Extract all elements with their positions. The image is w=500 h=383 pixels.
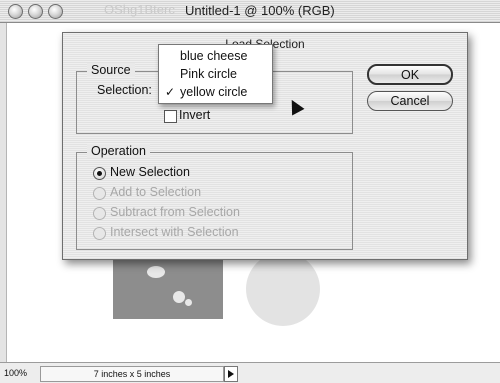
minimize-window-button[interactable] [28,4,43,19]
zoom-window-button[interactable] [48,4,63,19]
yellow-circle-shape [246,252,320,326]
cancel-button[interactable]: Cancel [367,91,453,111]
titlebar-ghost-text: OShg1Bterc [104,2,175,17]
canvas-left-edge [0,23,7,362]
add-to-selection-label: Add to Selection [110,185,202,199]
source-group-label: Source [87,63,135,77]
intersect-with-selection-radio [93,227,106,240]
invert-label[interactable]: Invert [179,108,210,122]
menu-item-label: Pink circle [180,67,237,81]
operation-group: Operation New Selection Add to Selection… [76,144,353,250]
new-selection-radio[interactable] [93,167,106,180]
intersect-with-selection-label: Intersect with Selection [110,225,239,239]
menu-item-label: blue cheese [180,49,248,63]
zoom-level: 100% [4,368,28,378]
document-size-info[interactable]: 7 inches x 5 inches [40,366,224,382]
subtract-from-selection-label: Subtract from Selection [110,205,240,219]
document-title: Untitled-1 @ 100% (RGB) [185,3,335,18]
cheese-hole [173,291,185,303]
status-bar: 100% 7 inches x 5 inches [0,362,500,383]
menu-item-pink-circle[interactable]: Pink circle [159,65,272,83]
cheese-hole [147,266,165,278]
blue-cheese-shape [113,254,223,319]
menu-item-blue-cheese[interactable]: blue cheese [159,47,272,65]
operation-group-label: Operation [87,144,150,158]
selection-popup-menu[interactable]: blue cheese Pink circle ✓ yellow circle [158,44,273,104]
status-menu-arrow-icon[interactable] [224,366,238,382]
new-selection-label[interactable]: New Selection [110,165,190,179]
menu-item-yellow-circle[interactable]: ✓ yellow circle [159,83,272,101]
document-titlebar: OShg1Bterc Untitled-1 @ 100% (RGB) [0,0,500,23]
invert-checkbox[interactable] [164,110,177,123]
subtract-from-selection-radio [93,207,106,220]
selection-label: Selection: [97,83,152,97]
add-to-selection-radio [93,187,106,200]
ok-button[interactable]: OK [367,64,453,85]
close-window-button[interactable] [8,4,23,19]
menu-item-label: yellow circle [180,85,248,99]
cheese-hole [185,299,192,306]
checkmark-icon: ✓ [165,85,176,99]
radio-selected-dot [97,171,102,176]
